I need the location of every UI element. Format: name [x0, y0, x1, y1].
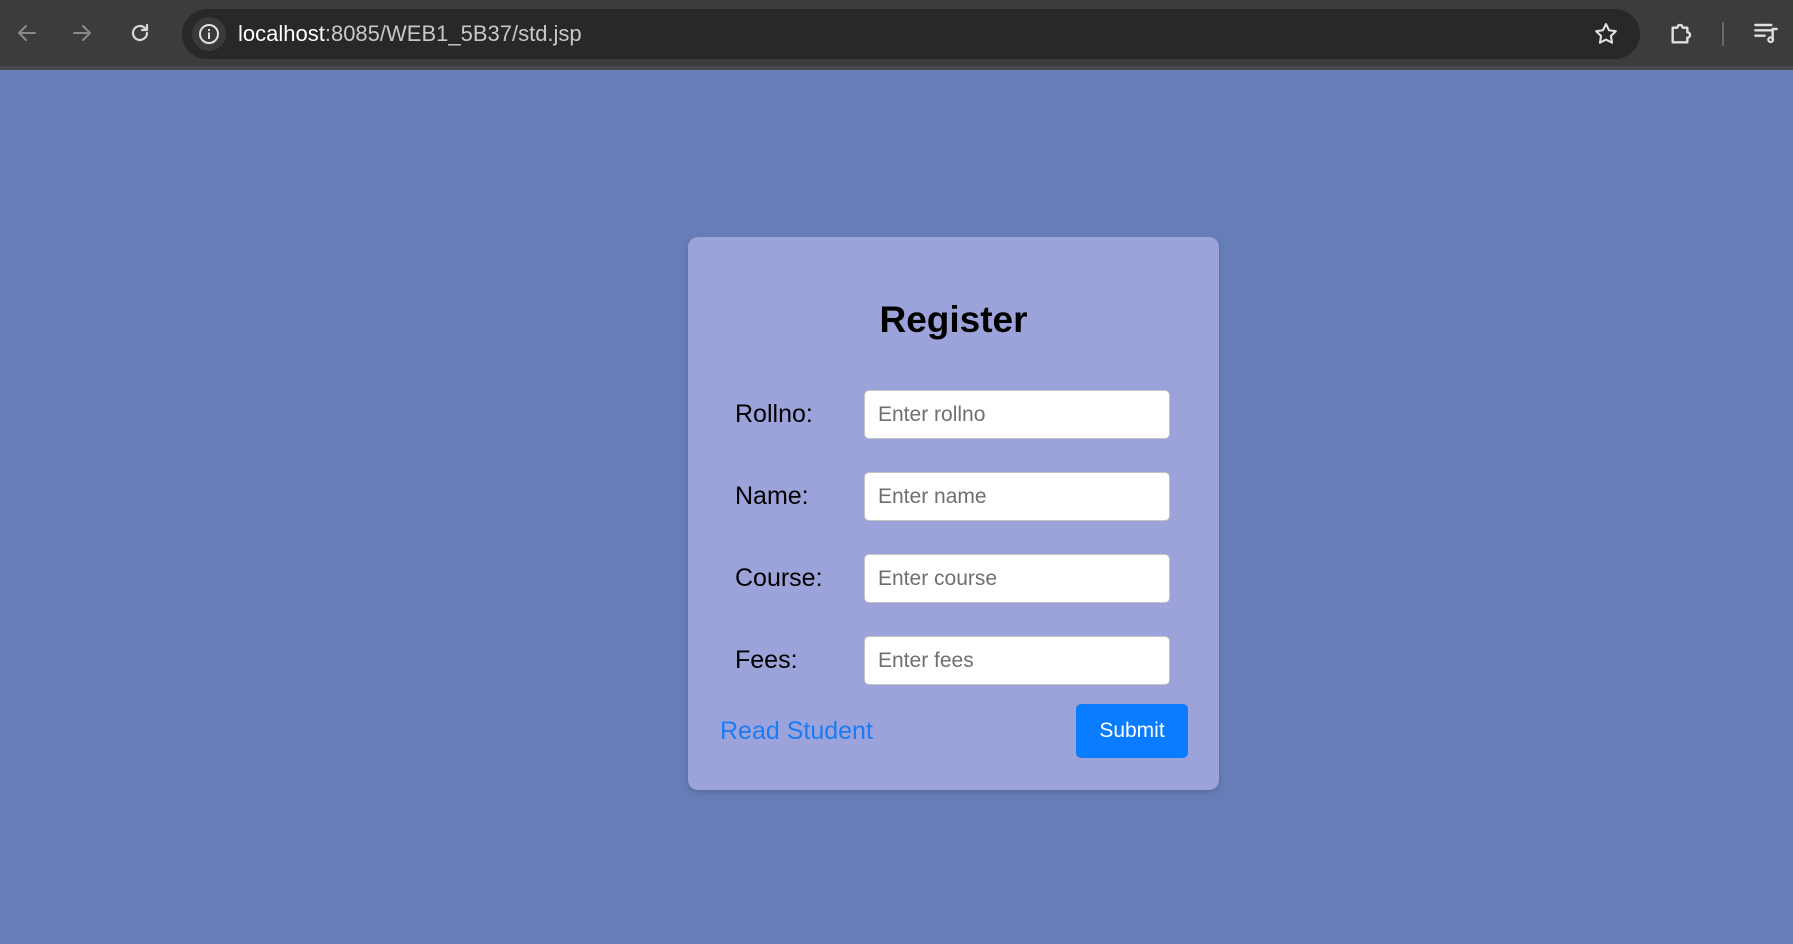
course-input[interactable]	[864, 554, 1170, 603]
register-form: Register Rollno: Name: Course: Fees: Rea…	[688, 237, 1219, 790]
toolbar-divider	[1722, 22, 1724, 46]
submit-button[interactable]: Submit	[1076, 704, 1188, 758]
site-info-icon	[199, 24, 219, 44]
rollno-label: Rollno:	[735, 400, 813, 428]
site-info-button[interactable]	[192, 17, 226, 51]
bookmark-star-icon	[1595, 23, 1617, 44]
back-icon	[18, 25, 36, 41]
back-button[interactable]	[9, 15, 45, 51]
reading-list-button[interactable]	[1750, 17, 1782, 49]
url-host: localhost	[238, 21, 325, 46]
extensions-button[interactable]	[1666, 17, 1698, 49]
name-input[interactable]	[864, 472, 1170, 521]
read-student-link[interactable]: Read Student	[720, 716, 873, 746]
forward-button[interactable]	[64, 15, 100, 51]
name-label: Name:	[735, 482, 809, 510]
extensions-icon	[1671, 23, 1692, 44]
reload-button[interactable]	[122, 15, 158, 51]
reload-icon	[131, 23, 149, 42]
fees-label: Fees:	[735, 646, 798, 674]
reading-list-icon	[1754, 23, 1778, 44]
rollno-input[interactable]	[864, 390, 1170, 439]
course-label: Course:	[735, 564, 823, 592]
browser-toolbar: localhost:8085/WEB1_5B37/std.jsp	[0, 0, 1793, 70]
address-bar[interactable]: localhost:8085/WEB1_5B37/std.jsp	[182, 9, 1640, 59]
form-title: Register	[879, 299, 1028, 340]
toolbar-border	[0, 66, 1793, 70]
forward-icon	[73, 25, 91, 41]
fees-input[interactable]	[864, 636, 1170, 685]
url-path: :8085/WEB1_5B37/std.jsp	[324, 21, 582, 46]
bookmark-button[interactable]	[1592, 20, 1620, 48]
url-text: localhost:8085/WEB1_5B37/std.jsp	[238, 22, 582, 46]
